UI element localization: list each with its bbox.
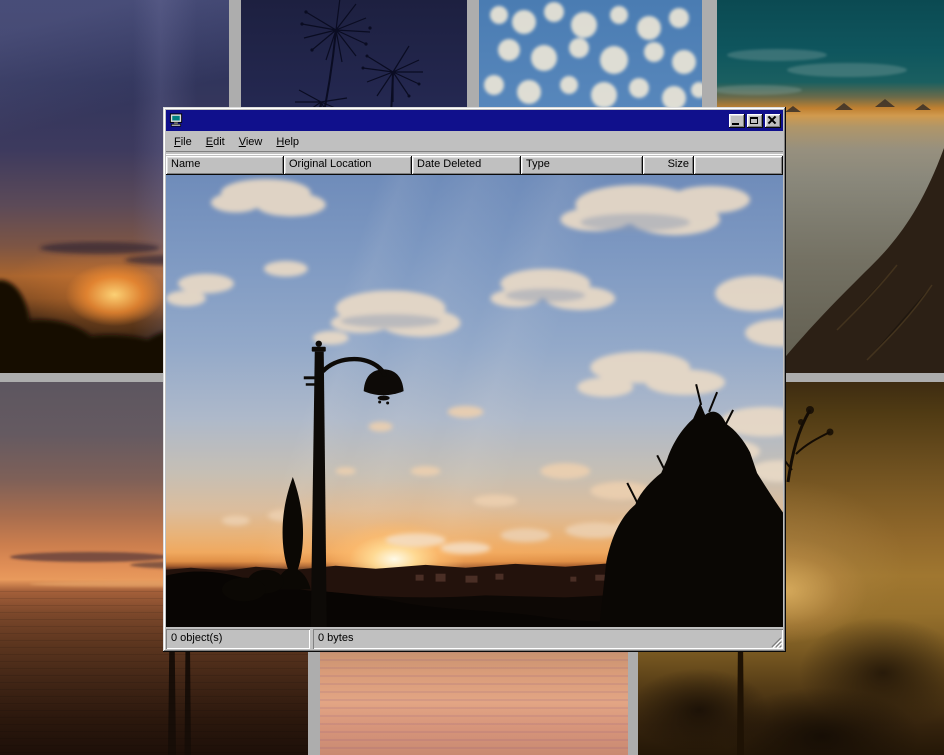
- column-header-row: Name Original Location Date Deleted Type…: [166, 156, 783, 175]
- column-header-size[interactable]: Size: [643, 156, 694, 175]
- column-header-filler[interactable]: [694, 156, 783, 175]
- column-header-name[interactable]: Name: [166, 156, 284, 175]
- computer-window-icon: [168, 113, 184, 128]
- resize-grip[interactable]: [769, 635, 782, 648]
- status-size-text: 0 bytes: [318, 632, 353, 644]
- photo-silhouettes: [166, 175, 783, 627]
- column-header-type[interactable]: Type: [521, 156, 643, 175]
- menu-bar: File Edit View Help: [166, 131, 783, 151]
- window-titlebar[interactable]: [166, 110, 783, 131]
- menu-separator: [166, 151, 783, 155]
- menu-help[interactable]: Help: [269, 134, 306, 150]
- minimize-button[interactable]: [729, 114, 745, 128]
- close-button[interactable]: [765, 114, 781, 128]
- column-header-date-deleted[interactable]: Date Deleted: [412, 156, 521, 175]
- desktop: File Edit View Help Name Original Locati…: [0, 0, 944, 755]
- menu-edit[interactable]: Edit: [199, 134, 232, 150]
- maximize-button[interactable]: [747, 114, 763, 128]
- streetlamp-sunset-photo: [166, 175, 783, 627]
- status-size: 0 bytes: [313, 629, 783, 649]
- window-controls: [727, 114, 781, 128]
- menu-view[interactable]: View: [232, 134, 270, 150]
- menu-file[interactable]: File: [167, 134, 199, 150]
- status-bar: 0 object(s) 0 bytes: [166, 629, 783, 649]
- recycle-bin-window: File Edit View Help Name Original Locati…: [163, 107, 786, 652]
- column-header-original-location[interactable]: Original Location: [284, 156, 412, 175]
- status-object-count: 0 object(s): [166, 629, 310, 649]
- file-list-area[interactable]: [166, 175, 783, 627]
